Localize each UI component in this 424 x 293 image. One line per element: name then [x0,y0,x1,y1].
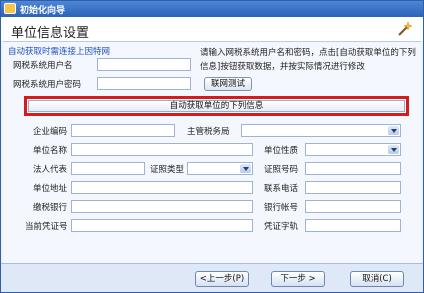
voucher-word-input[interactable] [305,219,401,232]
voucher-number-input[interactable] [71,219,253,232]
id-type-select[interactable] [187,162,253,175]
internet-hint: 自动获取时需连接上因特网 [8,47,111,57]
page-title: 单位信息设置 [11,26,90,41]
password-input[interactable] [97,77,191,90]
voucher-word-label: 凭证字轨 [264,222,299,232]
form-area: 自动获取时需连接上因特网 请输入网税系统用户名和密码，点击[自动获取单位的下列信… [3,41,421,263]
instruction-text: 请输入网税系统用户名和密码，点击[自动获取单位的下列信息]按钮获取数据，并按实际… [200,48,416,72]
tax-authority-label: 主管税务局 [187,127,230,137]
account-label: 银行帐号 [264,203,299,213]
page-header: 单位信息设置 [1,17,423,41]
magic-wand-icon [398,21,413,36]
unit-nature-label: 单位性质 [264,146,299,156]
id-number-label: 证照号码 [264,165,299,175]
chevron-down-icon[interactable] [240,164,251,173]
phone-input[interactable] [305,181,401,194]
unit-name-input[interactable] [71,143,253,156]
address-label: 单位地址 [33,184,68,194]
enterprise-code-label: 企业编码 [33,127,68,137]
unit-name-label: 单位名称 [33,146,68,156]
username-input[interactable] [97,58,191,71]
auto-fetch-highlight: 自动获取单位的下列信息 [24,96,409,116]
app-icon [4,3,16,14]
id-number-input[interactable] [305,162,401,175]
account-input[interactable] [305,200,401,213]
password-label: 网税系统用户密码 [13,80,82,90]
test-connection-button[interactable]: 联网测试 [204,77,252,91]
chevron-down-icon[interactable] [388,145,399,154]
next-button[interactable]: 下一步 > [271,271,325,287]
bank-label: 缴税银行 [33,203,68,213]
window-title: 初始化向导 [20,6,66,16]
auto-fetch-button[interactable]: 自动获取单位的下列信息 [28,100,405,112]
bank-input[interactable] [71,200,253,213]
unit-nature-select[interactable] [305,143,401,156]
phone-label: 联系电话 [264,184,299,194]
cancel-button[interactable]: 取消(C) [350,271,404,287]
username-label: 网税系统用户名 [13,61,73,71]
wizard-window: 初始化向导 单位信息设置 自动获取时需连接上因特网 请输入网税系统用户名和密码，… [0,0,424,293]
title-bar: 初始化向导 [1,1,423,17]
voucher-number-label: 当前凭证号 [25,222,68,232]
enterprise-code-input[interactable] [71,124,175,137]
address-input[interactable] [71,181,253,194]
chevron-down-icon[interactable] [388,126,399,135]
tax-authority-select[interactable] [241,124,401,137]
footer-bar: <上一步(P) 下一步 > 取消(C) [1,263,423,292]
id-type-label: 证照类型 [150,165,185,175]
legal-rep-input[interactable] [71,162,145,175]
legal-rep-label: 法人代表 [33,165,68,175]
prev-button[interactable]: <上一步(P) [195,271,249,287]
